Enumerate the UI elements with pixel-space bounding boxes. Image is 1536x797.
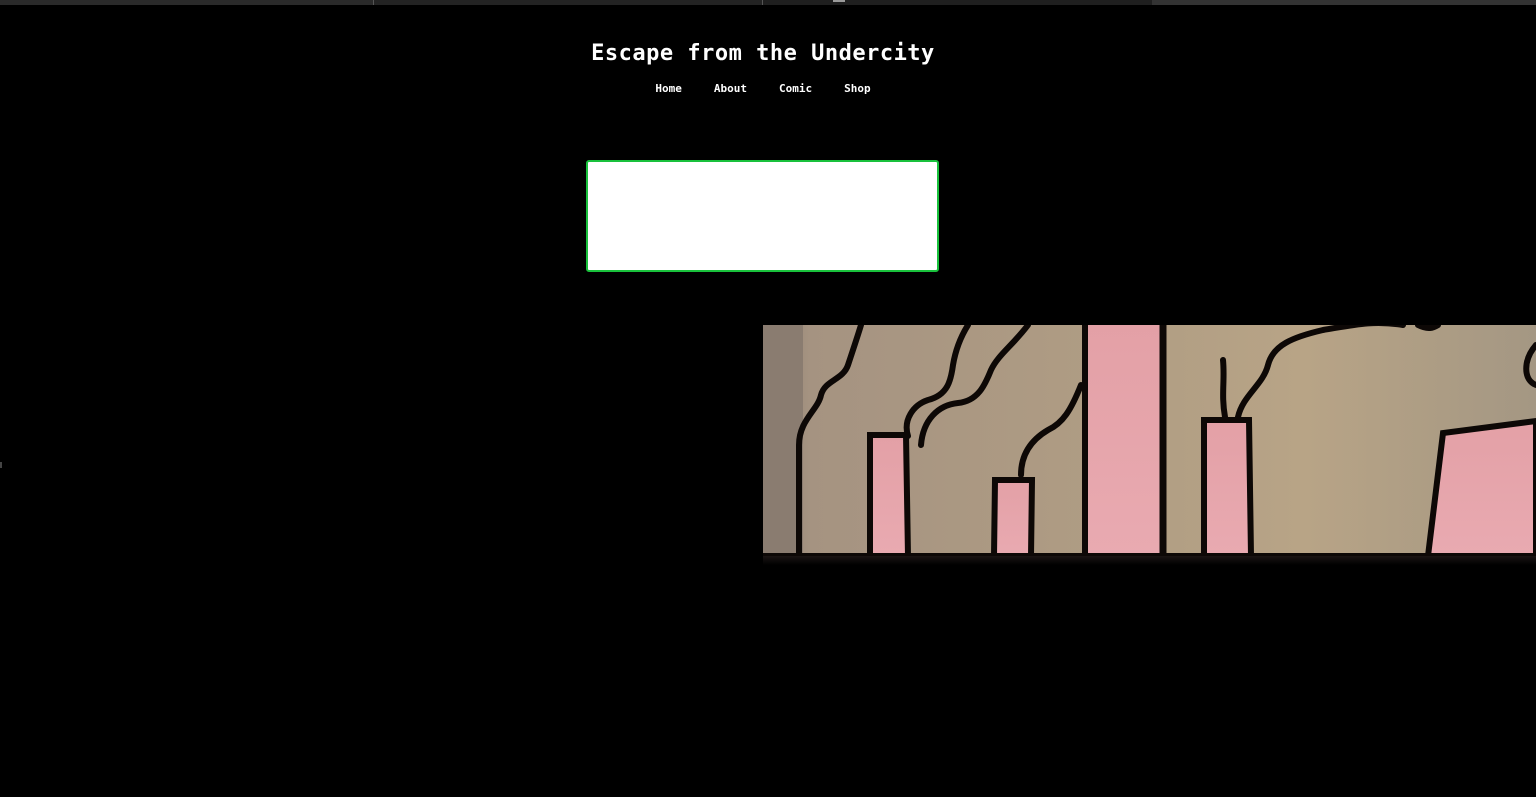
main-nav: Home About Comic Shop [0, 82, 1526, 95]
chimney-2 [990, 475, 1036, 556]
site-title[interactable]: Escape from the Undercity [0, 41, 1526, 66]
nav-link-about[interactable]: About [714, 82, 747, 95]
page: Escape from the Undercity Home About Com… [0, 0, 1536, 797]
comic-panel-shadow [763, 556, 1536, 565]
nav-link-shop[interactable]: Shop [844, 82, 871, 95]
tab-segment[interactable] [763, 0, 1152, 5]
scroll-edge-marker [0, 462, 2, 468]
tab-segment[interactable] [374, 0, 762, 5]
chimney-1 [867, 432, 912, 556]
chimney-3 [1082, 325, 1167, 556]
chimney-4 [1201, 417, 1255, 556]
comic-illustration [763, 325, 1536, 556]
chimney-5 [1424, 417, 1536, 556]
nav-link-home[interactable]: Home [655, 82, 682, 95]
tab-segment[interactable] [1152, 0, 1536, 5]
content-box [586, 160, 939, 272]
tab-segment[interactable] [0, 0, 373, 5]
tab-indicator [833, 0, 845, 2]
browser-tab-strip [0, 0, 1536, 5]
nav-link-comic[interactable]: Comic [779, 82, 812, 95]
comic-panel-image[interactable] [763, 325, 1536, 556]
